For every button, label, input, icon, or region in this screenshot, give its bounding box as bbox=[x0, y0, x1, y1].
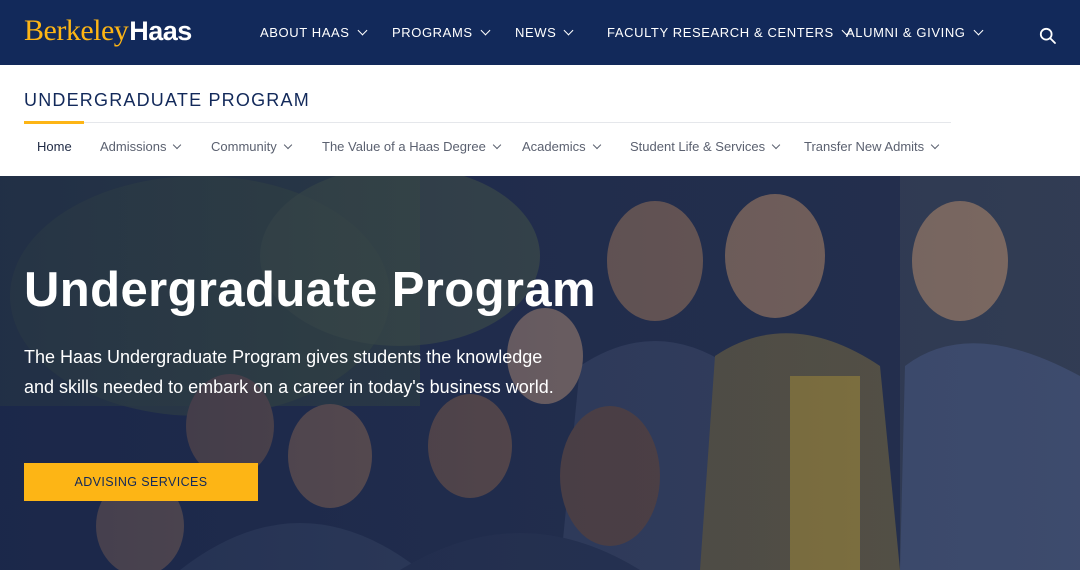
logo-haas-text: Haas bbox=[129, 16, 192, 46]
chevron-down-icon bbox=[283, 140, 292, 150]
search-icon bbox=[1039, 27, 1056, 44]
subnav-label: Transfer New Admits bbox=[804, 139, 925, 154]
subnav-label: Home bbox=[37, 139, 72, 154]
topnav-label: NEWS bbox=[515, 25, 557, 40]
subnav-label: Community bbox=[211, 139, 277, 154]
subheader-divider bbox=[84, 122, 951, 123]
top-navigation-bar: Berkeley Haas ABOUT HAAS PROGRAMS NEWS F… bbox=[0, 0, 1080, 65]
subnav-label: The Value of a Haas Degree bbox=[322, 139, 486, 154]
subnav-item-value-of-haas-degree[interactable]: The Value of a Haas Degree bbox=[322, 139, 502, 154]
berkeley-haas-logo[interactable]: Berkeley Haas bbox=[24, 14, 192, 54]
chevron-down-icon bbox=[173, 140, 182, 150]
subnav-label: Academics bbox=[522, 139, 586, 154]
topnav-label: FACULTY RESEARCH & CENTERS bbox=[607, 25, 834, 40]
topnav-label: ABOUT HAAS bbox=[260, 25, 350, 40]
title-accent-underline bbox=[24, 121, 84, 124]
subnav-item-admissions[interactable]: Admissions bbox=[100, 139, 182, 154]
chevron-down-icon bbox=[492, 140, 502, 150]
logo-berkeley-text: Berkeley bbox=[24, 14, 129, 47]
chevron-down-icon bbox=[930, 140, 940, 150]
subnav-item-student-life[interactable]: Student Life & Services bbox=[630, 139, 781, 154]
subnav-label: Admissions bbox=[100, 139, 167, 154]
hero-banner: Undergraduate Program The Haas Undergrad… bbox=[0, 176, 1080, 570]
advising-services-button[interactable]: ADVISING SERVICES bbox=[24, 463, 258, 501]
topnav-item-news[interactable]: NEWS bbox=[515, 0, 574, 65]
program-subheader: UNDERGRADUATE PROGRAM Home Admissions Co… bbox=[0, 65, 1080, 176]
subnav-item-home[interactable]: Home bbox=[37, 139, 72, 154]
subnav-item-community[interactable]: Community bbox=[211, 139, 292, 154]
chevron-down-icon bbox=[592, 140, 601, 150]
chevron-down-icon bbox=[357, 25, 368, 36]
search-button[interactable] bbox=[1039, 27, 1057, 45]
topnav-item-programs[interactable]: PROGRAMS bbox=[392, 0, 491, 65]
topnav-label: PROGRAMS bbox=[392, 25, 473, 40]
hero-title: Undergraduate Program bbox=[24, 263, 597, 317]
subnav-label: Student Life & Services bbox=[630, 139, 766, 154]
hero-description: The Haas Undergraduate Program gives stu… bbox=[24, 347, 554, 397]
topnav-label: ALUMNI & GIVING bbox=[846, 25, 966, 40]
chevron-down-icon bbox=[973, 25, 983, 36]
advising-services-label: ADVISING SERVICES bbox=[74, 475, 208, 489]
chevron-down-icon bbox=[771, 140, 781, 150]
topnav-item-alumni-giving[interactable]: ALUMNI & GIVING bbox=[846, 0, 983, 65]
topnav-item-faculty-research[interactable]: FACULTY RESEARCH & CENTERS bbox=[607, 0, 852, 65]
program-title: UNDERGRADUATE PROGRAM bbox=[24, 90, 310, 110]
subnav-item-academics[interactable]: Academics bbox=[522, 139, 601, 154]
chevron-down-icon bbox=[480, 25, 491, 36]
chevron-down-icon bbox=[563, 25, 574, 36]
topnav-item-about-haas[interactable]: ABOUT HAAS bbox=[260, 0, 368, 65]
subnav-item-transfer-new-admits[interactable]: Transfer New Admits bbox=[804, 139, 940, 154]
